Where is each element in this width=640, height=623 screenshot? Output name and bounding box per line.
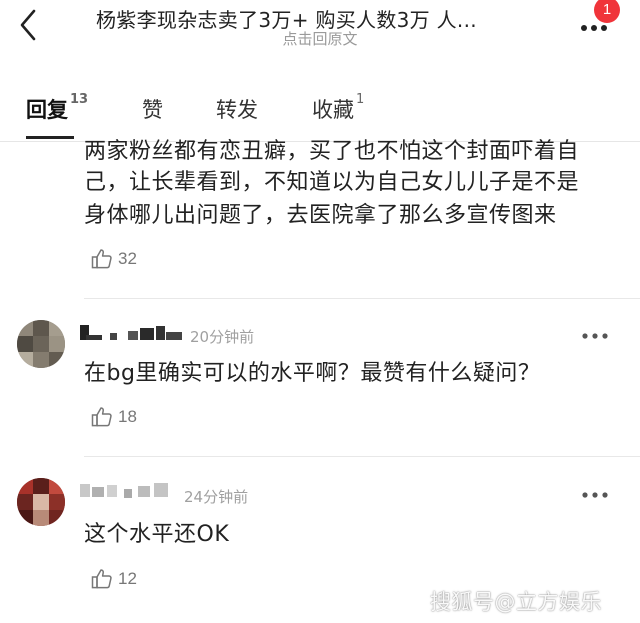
tab-label: 赞 (142, 98, 163, 122)
active-tab-indicator (26, 136, 74, 139)
like-count: 12 (118, 569, 137, 588)
comment-text-line: 身体哪儿出问题了，去医院拿了那么多宣传图来 (84, 203, 557, 228)
like-button[interactable]: 12 (90, 566, 137, 592)
tab-favorites[interactable]: 收藏 1 (312, 92, 365, 124)
divider (84, 298, 640, 299)
tab-shares[interactable]: 转发 (216, 94, 258, 124)
back-to-article-link[interactable]: 点击回原文 (0, 28, 640, 49)
comment-time: 20分钟前 (190, 328, 255, 346)
thumbs-up-icon (91, 407, 112, 427)
avatar[interactable] (17, 478, 65, 526)
like-count: 18 (118, 407, 137, 426)
comment-text: 这个水平还OK (84, 522, 230, 547)
tab-label: 转发 (216, 98, 258, 122)
like-count: 32 (118, 249, 137, 268)
divider (84, 456, 640, 457)
username[interactable] (80, 481, 176, 501)
tab-label: 回复 (26, 98, 68, 122)
comment-text: 在bg里确实可以的水平啊？最赞有什么疑问？ (84, 361, 541, 386)
comment-text-line: 己，让长辈看到，不知道以为自己女儿儿子是不是 (84, 170, 580, 195)
thumbs-up-icon (91, 249, 112, 269)
thumbs-up-icon (91, 569, 112, 589)
more-icon[interactable] (580, 330, 610, 342)
like-button[interactable]: 18 (90, 404, 137, 430)
tab-replies[interactable]: 回复 13 (26, 92, 89, 124)
tab-count: 1 (356, 92, 365, 107)
tab-label: 收藏 (312, 98, 354, 122)
username[interactable] (80, 323, 186, 343)
top-bar: 杨紫李现杂志卖了3万+ 购买人数3万 人... 点击回原文 1 (0, 0, 640, 56)
comment-time: 24分钟前 (184, 488, 249, 506)
tab-count: 13 (70, 92, 89, 107)
tab-likes[interactable]: 赞 (142, 94, 163, 124)
avatar[interactable] (17, 320, 65, 368)
more-icon[interactable] (580, 489, 610, 501)
like-button[interactable]: 32 (90, 246, 137, 272)
watermark: 搜狐号@立方娱乐 (430, 590, 602, 614)
